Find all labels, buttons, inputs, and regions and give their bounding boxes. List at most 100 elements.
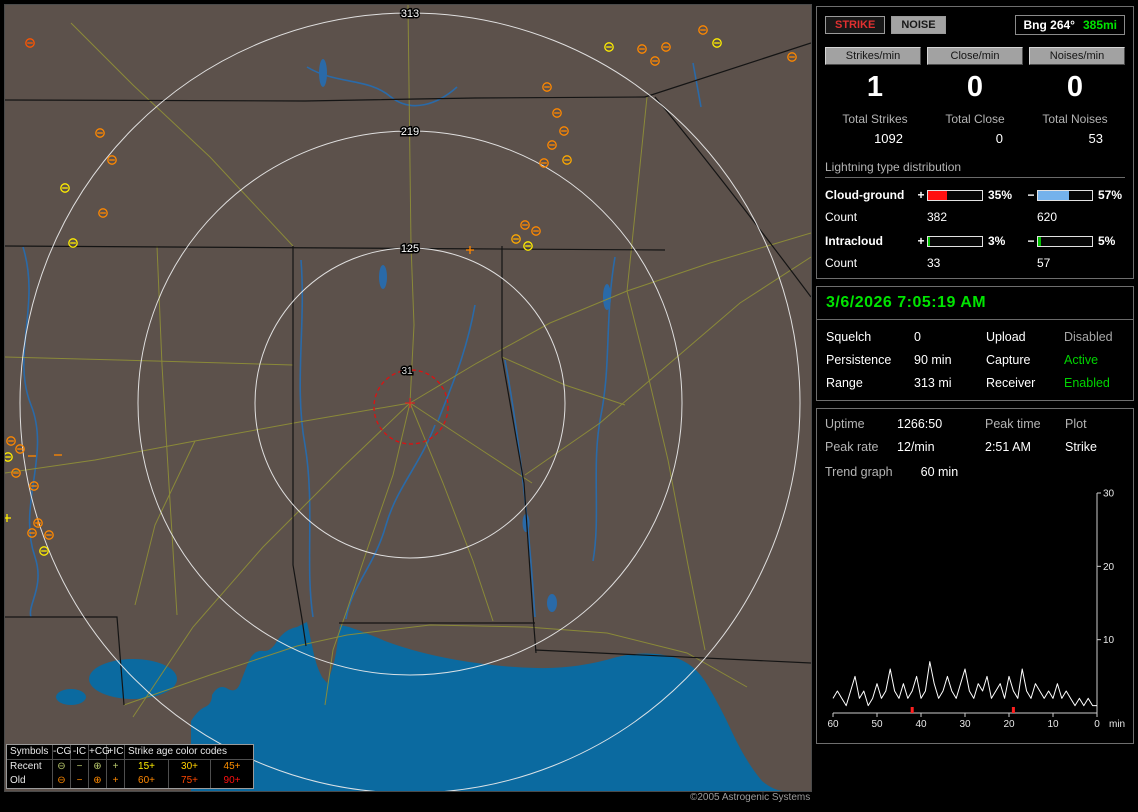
legend-col-cg-neg: -CG: [53, 745, 71, 760]
total-noises-value: 53: [1025, 131, 1125, 146]
cg-minus-pct: 57%: [1093, 188, 1129, 202]
age-15: 15+: [125, 760, 169, 774]
ic-minus-bar: [1037, 236, 1093, 247]
peak-rate-label: Peak rate: [825, 440, 897, 454]
upload-label: Upload: [986, 330, 1064, 344]
legend-row-old-label: Old: [7, 774, 53, 788]
ic-minus-pct: 5%: [1093, 234, 1129, 248]
legend-col-ic-neg: -IC: [71, 745, 89, 760]
trend-event-mark: [1012, 707, 1015, 713]
strike-mode-button[interactable]: STRIKE: [825, 16, 885, 34]
svg-text:0: 0: [1094, 719, 1100, 730]
svg-text:30: 30: [959, 719, 971, 730]
cg-plus-bar: [927, 190, 983, 201]
map-canvas[interactable]: 313 219 125 31: [5, 5, 811, 791]
lightning-map[interactable]: 313 219 125 31 Symbols -CG -IC +CG +IC Str…: [4, 4, 812, 792]
plus-sign: +: [915, 234, 927, 248]
range-ring-label: 313: [401, 8, 419, 20]
age-75: 75+: [169, 774, 211, 788]
stats-box: STRIKE NOISE Bng 264° 385mi Strikes/min C…: [816, 6, 1134, 279]
legend-col-cg-pos: +CG: [89, 745, 107, 760]
legend-age-header: Strike age color codes: [125, 745, 253, 760]
cloud-ground-label: Cloud-ground: [825, 188, 915, 202]
svg-text:20: 20: [1003, 719, 1015, 730]
distribution-title: Lightning type distribution: [825, 160, 1125, 178]
bearing-distance: 385mi: [1083, 18, 1117, 32]
minus-icon: −: [71, 774, 89, 788]
bearing-label: Bng 264°: [1023, 18, 1074, 32]
ic-count-label: Count: [825, 256, 915, 270]
noises-per-min-button[interactable]: Noises/min: [1029, 47, 1125, 65]
total-noises-label: Total Noises: [1025, 112, 1125, 126]
age-60: 60+: [125, 774, 169, 788]
plus-sign: +: [915, 188, 927, 202]
intracloud-label: Intracloud: [825, 234, 915, 248]
range-ring-label: 125: [401, 243, 419, 255]
squelch-value: 0: [914, 330, 986, 344]
age-30: 30+: [169, 760, 211, 774]
side-panel: STRIKE NOISE Bng 264° 385mi Strikes/min C…: [816, 6, 1134, 751]
legend-row-recent-label: Recent: [7, 760, 53, 774]
trend-graph-window: 60 min: [921, 465, 959, 479]
svg-text:10: 10: [1103, 635, 1115, 646]
circle-minus-icon: ⊖: [53, 774, 71, 788]
plus-icon: +: [107, 774, 125, 788]
trend-event-mark: [911, 707, 914, 713]
range-label: Range: [826, 376, 914, 390]
status-box: 3/6/2026 7:05:19 AM Squelch 0 Upload Dis…: [816, 286, 1134, 401]
highway-label: 31: [401, 366, 413, 377]
range-ring-label: 219: [401, 126, 419, 138]
trend-graph: 6050403020100min102030: [825, 485, 1131, 735]
svg-text:40: 40: [915, 719, 927, 730]
svg-text:60: 60: [827, 719, 839, 730]
minus-sign: −: [1025, 188, 1037, 202]
peak-time-value: 2:51 AM: [985, 440, 1065, 454]
total-close-label: Total Close: [925, 112, 1025, 126]
upload-status: Disabled: [1064, 330, 1124, 344]
ic-plus-count: 33: [927, 256, 983, 270]
cg-minus-count: 620: [1037, 210, 1093, 224]
trend-line: [833, 662, 1097, 706]
noise-mode-button[interactable]: NOISE: [891, 16, 945, 34]
system-clock: 3/6/2026 7:05:19 AM: [817, 287, 1133, 320]
circle-minus-icon: ⊖: [53, 760, 71, 774]
trend-graph-label: Trend graph: [825, 465, 893, 479]
map-legend: Symbols -CG -IC +CG +IC Strike age color…: [6, 744, 254, 789]
cg-count-label: Count: [825, 210, 915, 224]
squelch-label: Squelch: [826, 330, 914, 344]
trend-box: Uptime 1266:50 Peak time Plot Peak rate …: [816, 408, 1134, 744]
close-per-min-value: 0: [925, 71, 1025, 104]
ic-minus-count: 57: [1037, 256, 1093, 270]
ic-plus-pct: 3%: [983, 234, 1025, 248]
circle-plus-icon: ⊕: [89, 760, 107, 774]
strikes-per-min-value: 1: [825, 71, 925, 104]
plot-value: Strike: [1065, 440, 1125, 454]
copyright-text: ©2005 Astrogenic Systems: [690, 792, 810, 803]
small-lake: [56, 689, 86, 705]
persistence-label: Persistence: [826, 353, 914, 367]
ic-plus-bar: [927, 236, 983, 247]
uptime-label: Uptime: [825, 417, 897, 431]
plot-label: Plot: [1065, 417, 1125, 431]
svg-text:30: 30: [1103, 489, 1115, 500]
peak-time-label: Peak time: [985, 417, 1065, 431]
peak-rate-value: 12/min: [897, 440, 985, 454]
receiver-label: Receiver: [986, 376, 1064, 390]
capture-status: Active: [1064, 353, 1124, 367]
minus-icon: −: [71, 760, 89, 774]
svg-text:min: min: [1109, 719, 1125, 730]
receiver-status: Enabled: [1064, 376, 1124, 390]
strikes-per-min-button[interactable]: Strikes/min: [825, 47, 921, 65]
minus-sign: −: [1025, 234, 1037, 248]
noises-per-min-value: 0: [1025, 71, 1125, 104]
close-per-min-button[interactable]: Close/min: [927, 47, 1023, 65]
legend-col-ic-pos: +IC: [107, 745, 125, 760]
persistence-value: 90 min: [914, 353, 986, 367]
capture-label: Capture: [986, 353, 1064, 367]
bearing-readout: Bng 264° 385mi: [1015, 15, 1125, 35]
svg-text:20: 20: [1103, 562, 1115, 573]
cg-minus-bar: [1037, 190, 1093, 201]
svg-text:10: 10: [1047, 719, 1059, 730]
circle-plus-icon: ⊕: [89, 774, 107, 788]
age-45: 45+: [211, 760, 253, 774]
